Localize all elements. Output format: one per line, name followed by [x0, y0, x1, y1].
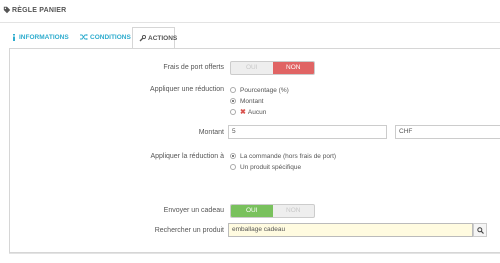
info-icon	[13, 33, 15, 41]
actions-panel: Frais de port offerts OUI NON Appliquer …	[9, 48, 500, 253]
apply-to-order-label: La commande (hors frais de port)	[240, 152, 337, 160]
tab-informations[interactable]: INFORMATIONS	[11, 28, 69, 48]
tab-conditions[interactable]: CONDITIONS	[80, 28, 131, 48]
wrench-icon	[139, 34, 147, 42]
free-shipping-yes[interactable]: OUI	[231, 62, 273, 74]
shuffle-icon	[80, 34, 88, 41]
discount-option-amount[interactable]: Montant	[230, 96, 264, 106]
search-icon	[476, 226, 484, 234]
search-product-label: Rechercher un produit	[154, 227, 224, 234]
radio-product[interactable]	[230, 164, 236, 170]
free-shipping-label: Frais de port offerts	[163, 64, 224, 71]
free-shipping-switch[interactable]: OUI NON	[230, 61, 315, 75]
tab-conditions-label: CONDITIONS	[90, 34, 131, 41]
discount-option-none-label: Aucun	[247, 108, 267, 116]
apply-to-product[interactable]: Un produit spécifique	[230, 162, 301, 172]
discount-option-none[interactable]: ✖ Aucun	[230, 107, 266, 117]
radio-amount[interactable]	[230, 98, 236, 104]
send-gift-yes[interactable]: OUI	[231, 205, 273, 217]
discount-option-percent[interactable]: Pourcentage (%)	[230, 85, 289, 95]
apply-to-order[interactable]: La commande (hors frais de port)	[230, 151, 336, 161]
discount-option-percent-label: Pourcentage (%)	[240, 86, 289, 94]
send-gift-no[interactable]: NON	[273, 205, 315, 217]
discount-option-amount-label: Montant	[240, 97, 264, 105]
radio-order[interactable]	[230, 153, 236, 159]
radio-none[interactable]	[230, 109, 236, 115]
radio-percent[interactable]	[230, 87, 236, 93]
page-title: RÈGLE PANIER	[12, 7, 67, 14]
divider	[9, 253, 500, 254]
amount-label: Montant	[198, 129, 224, 136]
close-icon: ✖	[240, 109, 246, 116]
tab-actions-label: ACTIONS	[148, 35, 178, 42]
free-shipping-no[interactable]: NON	[272, 62, 314, 74]
tab-actions[interactable]: ACTIONS	[132, 27, 178, 49]
apply-discount-label: Appliquer une réduction	[150, 86, 224, 93]
apply-to-product-label: Un produit spécifique	[240, 163, 302, 171]
amount-input[interactable]: 5	[228, 125, 387, 139]
currency-select[interactable]: CHF	[395, 125, 500, 139]
send-gift-switch[interactable]: OUI NON	[230, 204, 315, 218]
apply-to-label: Appliquer la réduction à	[150, 153, 224, 160]
search-product-input[interactable]: emballage cadeau	[228, 223, 473, 237]
send-gift-label: Envoyer un cadeau	[163, 207, 224, 214]
tab-informations-label: INFORMATIONS	[19, 34, 69, 41]
panel-header: RÈGLE PANIER	[0, 0, 500, 23]
search-button[interactable]	[473, 223, 487, 237]
tag-icon	[3, 6, 11, 14]
